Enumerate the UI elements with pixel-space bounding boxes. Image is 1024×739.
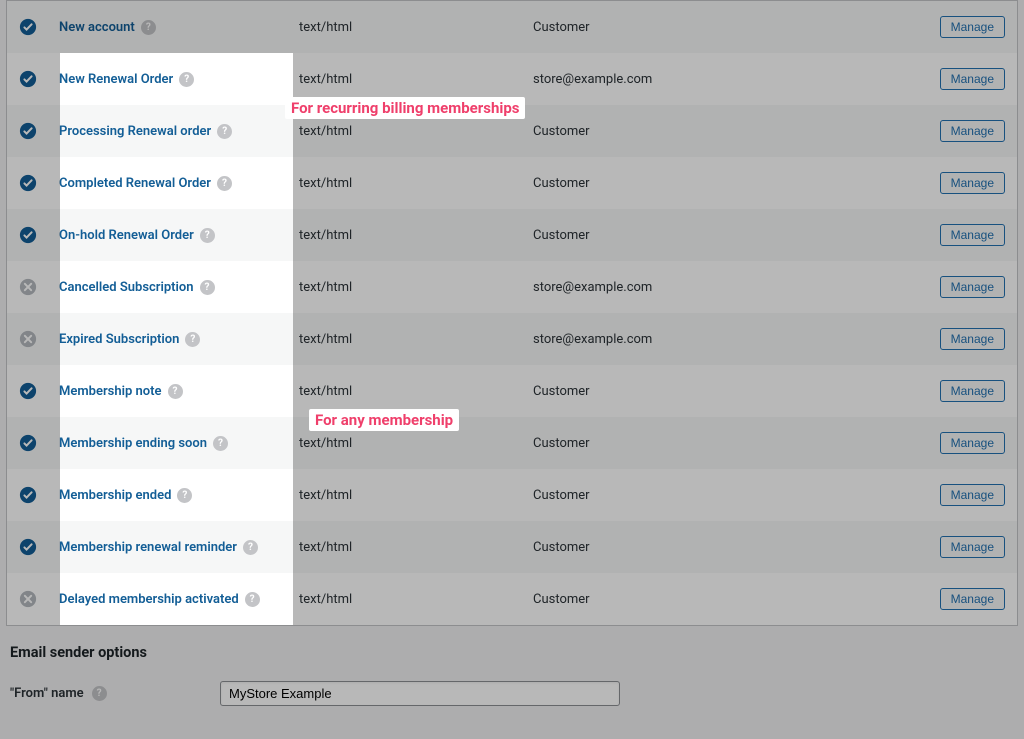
email-name-link[interactable]: Cancelled Subscription — [59, 280, 194, 295]
help-icon[interactable]: ? — [243, 540, 258, 555]
help-icon[interactable]: ? — [200, 228, 215, 243]
email-row: On-hold Renewal Order? text/htmlCustomer M… — [7, 209, 1017, 261]
email-name-link[interactable]: On-hold Renewal Order — [59, 228, 194, 243]
email-row: Expired Subscription? text/htmlstore@exam… — [7, 313, 1017, 365]
content-type-cell: text/html — [299, 20, 533, 35]
recipient-cell: Customer — [533, 384, 915, 399]
recipient-cell: store@example.com — [533, 332, 915, 347]
email-notifications-table: New account?text/htmlCustomerManageNew R… — [6, 0, 1018, 626]
email-row: Membership ending soon? text/htmlCustomer… — [7, 417, 1017, 469]
help-icon[interactable]: ? — [92, 686, 107, 701]
email-row: Completed Renewal Order? text/htmlCustome… — [7, 157, 1017, 209]
recipient-cell: Customer — [533, 436, 915, 451]
recipient-cell: Customer — [533, 592, 915, 607]
content-type-cell: text/html — [299, 384, 533, 399]
manage-button[interactable]: Manage — [940, 16, 1005, 38]
manage-button[interactable]: Manage — [940, 588, 1005, 610]
content-type-cell: text/html — [299, 540, 533, 555]
status-disabled-icon[interactable] — [19, 330, 37, 348]
email-sender-options-heading: Email sender options — [10, 644, 1014, 661]
recipient-cell: Customer — [533, 176, 915, 191]
status-enabled-icon[interactable] — [19, 226, 37, 244]
manage-button[interactable]: Manage — [940, 172, 1005, 194]
email-row: Processing Renewal order? text/htmlCustom… — [7, 105, 1017, 157]
manage-button[interactable]: Manage — [940, 276, 1005, 298]
email-name-link[interactable]: Expired Subscription — [59, 332, 179, 347]
manage-button[interactable]: Manage — [940, 432, 1005, 454]
recipient-cell: Customer — [533, 20, 915, 35]
content-type-cell: text/html — [299, 436, 533, 451]
from-name-label: "From" name — [10, 686, 84, 701]
manage-button[interactable]: Manage — [940, 120, 1005, 142]
email-name-link[interactable]: Membership ended — [59, 488, 171, 503]
manage-button[interactable]: Manage — [940, 380, 1005, 402]
email-row: New account? text/htmlCustomer Manage — [7, 1, 1017, 53]
status-enabled-icon[interactable] — [19, 486, 37, 504]
status-enabled-icon[interactable] — [19, 70, 37, 88]
content-type-cell: text/html — [299, 176, 533, 191]
email-name-link[interactable]: Delayed membership activated — [59, 592, 239, 607]
content-type-cell: text/html — [299, 72, 533, 87]
status-disabled-icon[interactable] — [19, 278, 37, 296]
email-row: Membership ended? text/htmlCustomer Manage — [7, 469, 1017, 521]
help-icon[interactable]: ? — [141, 20, 156, 35]
recipient-cell: Customer — [533, 124, 915, 139]
manage-button[interactable]: Manage — [940, 536, 1005, 558]
status-enabled-icon[interactable] — [19, 122, 37, 140]
email-name-link[interactable]: New account — [59, 20, 135, 35]
email-row: Membership note? text/htmlCustomer Manage — [7, 365, 1017, 417]
status-enabled-icon[interactable] — [19, 18, 37, 36]
email-name-link[interactable]: Membership ending soon — [59, 436, 207, 451]
help-icon[interactable]: ? — [179, 72, 194, 87]
help-icon[interactable]: ? — [217, 176, 232, 191]
help-icon[interactable]: ? — [177, 488, 192, 503]
help-icon[interactable]: ? — [213, 436, 228, 451]
from-name-input[interactable] — [220, 681, 620, 706]
email-name-link[interactable]: Processing Renewal order — [59, 124, 211, 139]
help-icon[interactable]: ? — [200, 280, 215, 295]
status-disabled-icon[interactable] — [19, 590, 37, 608]
content-type-cell: text/html — [299, 228, 533, 243]
manage-button[interactable]: Manage — [940, 68, 1005, 90]
email-row: Membership renewal reminder? text/htmlCus… — [7, 521, 1017, 573]
recipient-cell: store@example.com — [533, 72, 915, 87]
help-icon[interactable]: ? — [217, 124, 232, 139]
email-row: Cancelled Subscription? text/htmlstore@ex… — [7, 261, 1017, 313]
email-name-link[interactable]: Completed Renewal Order — [59, 176, 211, 191]
help-icon[interactable]: ? — [245, 592, 260, 607]
email-name-link[interactable]: Membership note — [59, 384, 162, 399]
recipient-cell: store@example.com — [533, 280, 915, 295]
content-type-cell: text/html — [299, 124, 533, 139]
manage-button[interactable]: Manage — [940, 224, 1005, 246]
email-row: New Renewal Order? text/htmlstore@example… — [7, 53, 1017, 105]
content-type-cell: text/html — [299, 332, 533, 347]
email-name-link[interactable]: New Renewal Order — [59, 72, 173, 87]
recipient-cell: Customer — [533, 228, 915, 243]
email-name-link[interactable]: Membership renewal reminder — [59, 540, 237, 555]
status-enabled-icon[interactable] — [19, 382, 37, 400]
help-icon[interactable]: ? — [185, 332, 200, 347]
email-row: Delayed membership activated? text/htmlCu… — [7, 573, 1017, 625]
content-type-cell: text/html — [299, 592, 533, 607]
from-name-row: "From" name ? — [0, 675, 1024, 712]
content-type-cell: text/html — [299, 488, 533, 503]
status-enabled-icon[interactable] — [19, 174, 37, 192]
manage-button[interactable]: Manage — [940, 328, 1005, 350]
status-enabled-icon[interactable] — [19, 434, 37, 452]
status-enabled-icon[interactable] — [19, 538, 37, 556]
recipient-cell: Customer — [533, 488, 915, 503]
help-icon[interactable]: ? — [168, 384, 183, 399]
content-type-cell: text/html — [299, 280, 533, 295]
recipient-cell: Customer — [533, 540, 915, 555]
manage-button[interactable]: Manage — [940, 484, 1005, 506]
